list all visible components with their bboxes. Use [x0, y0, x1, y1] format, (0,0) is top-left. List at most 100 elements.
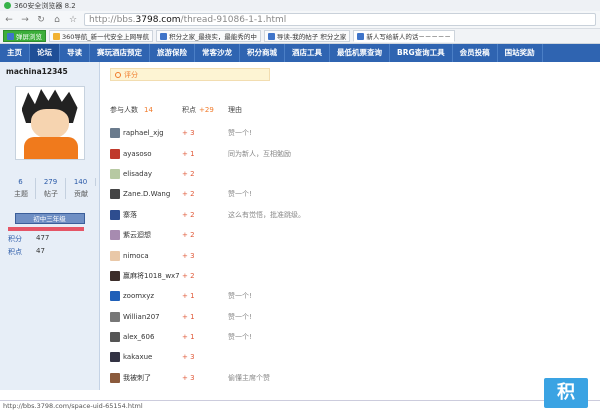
favorite-item[interactable]: 360导航_新一代安全上网导航 [49, 30, 154, 42]
points-total: +29 [199, 106, 214, 114]
forward-icon[interactable]: → [20, 15, 30, 25]
rank-progress-fill [8, 227, 84, 231]
favorites-bar: 弹屏浏览 360导航_新一代安全上网导航 积分之家_最挠实，最能秀的中 导读-我… [0, 29, 600, 44]
rater-username[interactable]: Zane.D.Wang [123, 190, 170, 198]
rater-username[interactable]: 赢麻将1018_wx7 [123, 271, 180, 281]
menu-brg-tool[interactable]: BRG查询工具 [390, 44, 453, 62]
rating-table-header: 参与人数 14 积点 +29 理由 [110, 103, 590, 117]
rating-points: + 2 [182, 231, 195, 240]
rating-row: 赢麻将1018_wx7 + 2 [110, 266, 590, 286]
reload-icon[interactable]: ↻ [36, 15, 46, 25]
rating-row: raphael_xjg + 3 赞一个! [110, 123, 590, 143]
rating-row: elisaday + 2 [110, 164, 590, 184]
user-avatar-icon[interactable] [110, 168, 120, 179]
user-avatar-icon[interactable] [110, 352, 120, 363]
menu-forum[interactable]: 论坛 [30, 44, 60, 62]
menu-guide[interactable]: 导读 [60, 44, 90, 62]
rater-username[interactable]: raphael_xjg [123, 129, 164, 137]
stat-posts[interactable]: 279 帖子 [36, 178, 66, 199]
stat-contribution[interactable]: 140 贡献 [66, 178, 96, 199]
favorite-label: 积分之家_最挠实，最能秀的中 [169, 33, 257, 41]
rating-row: 寨落 + 2 这么有觉悟，批准跳级。 [110, 205, 590, 225]
user-avatar-icon[interactable] [110, 250, 120, 261]
user-stats: 6 主题 279 帖子 140 贡献 [6, 178, 96, 199]
menu-hotel-tools[interactable]: 酒店工具 [285, 44, 330, 62]
address-bar: ← → ↻ ⌂ ☆ http://bbs. 3798.com/thread-910… [0, 11, 600, 29]
rater-username[interactable]: zoomxyz [123, 292, 154, 300]
favorite-item[interactable]: 弹屏浏览 [3, 30, 46, 42]
credits-value: 47 [36, 247, 45, 255]
user-avatar-icon[interactable] [110, 209, 120, 220]
favorite-star-icon[interactable]: ☆ [68, 15, 78, 25]
user-avatar-icon[interactable] [110, 291, 120, 302]
rater-username[interactable]: kakaxue [123, 353, 152, 361]
username[interactable]: machina12345 [6, 67, 93, 76]
rater-username[interactable]: Willian207 [123, 313, 160, 321]
stat-label: 贡献 [74, 190, 88, 198]
rating-points: + 1 [182, 292, 195, 301]
rating-header[interactable]: 评分 [110, 68, 270, 81]
browser-title: 360安全浏览器 8.2 [14, 1, 76, 10]
favorite-icon [267, 32, 275, 40]
favorite-label: 360导航_新一代安全上网导航 [62, 33, 150, 41]
user-avatar-icon[interactable] [110, 189, 120, 200]
user-avatar-icon[interactable] [110, 148, 120, 159]
rating-points: + 3 [182, 129, 195, 138]
points-value: 477 [36, 234, 50, 242]
rating-points: + 1 [182, 312, 195, 321]
rank-badge: 初中三年级 [14, 213, 85, 224]
menu-contribute[interactable]: 会员投稿 [453, 44, 498, 62]
rating-points: + 3 [182, 353, 195, 362]
menu-points-mall[interactable]: 积分商城 [240, 44, 285, 62]
user-avatar-icon[interactable] [110, 332, 120, 343]
points-label: 积分 [8, 235, 22, 243]
rater-username[interactable]: elisaday [123, 170, 152, 178]
credits-label: 积点 [8, 248, 22, 256]
rating-row: 紫云迴想 + 2 [110, 225, 590, 245]
browser-titlebar: 360安全浏览器 8.2 [0, 0, 600, 11]
menu-home[interactable]: 主页 [0, 44, 30, 62]
rating-points: + 2 [182, 169, 195, 178]
rating-reason: 赞一个! [228, 190, 252, 199]
user-avatar-icon[interactable] [110, 128, 120, 139]
menu-travel-insurance[interactable]: 旅游保险 [150, 44, 195, 62]
stat-value: 140 [66, 178, 96, 186]
menu-salon[interactable]: 常客沙龙 [195, 44, 240, 62]
home-icon[interactable]: ⌂ [52, 15, 62, 25]
back-icon[interactable]: ← [4, 15, 14, 25]
rating-row: kakaxue + 3 [110, 347, 590, 367]
rating-reason: 赞一个! [228, 312, 252, 321]
favorite-item-active[interactable]: 新人写给新人的话－－－－－ [353, 30, 455, 42]
avatar[interactable] [14, 86, 85, 160]
rater-username[interactable]: 紫云迴想 [123, 230, 151, 240]
user-avatar-icon[interactable] [110, 372, 120, 383]
stat-topics[interactable]: 6 主题 [6, 178, 36, 199]
browser-logo-icon [4, 2, 11, 9]
credits-row: 积点 47 [6, 247, 93, 257]
favorite-item[interactable]: 导读-我的帖子 积分之家 [263, 30, 351, 42]
page-content: machina12345 6 主题 279 帖子 140 贡献 初中三年级 积分 477… [0, 62, 600, 390]
user-avatar-icon[interactable] [110, 270, 120, 281]
menu-hotel-booking[interactable]: 赛玩酒店预定 [90, 44, 150, 62]
site-logo-badge: 积 [544, 378, 588, 408]
menu-rewards[interactable]: 国站奖励 [498, 44, 543, 62]
favorite-item[interactable]: 积分之家_最挠实，最能秀的中 [156, 30, 261, 42]
points-column-label: 积点 [182, 106, 196, 114]
user-avatar-icon[interactable] [110, 230, 120, 241]
user-avatar-icon[interactable] [110, 311, 120, 322]
stat-label: 帖子 [44, 190, 58, 198]
favorite-label: 新人写给新人的话－－－－－ [366, 33, 451, 41]
rater-username[interactable]: nimoca [123, 252, 149, 260]
rating-row: 我被刺了 + 3 偷懂主席个赞 [110, 368, 590, 388]
url-input[interactable]: http://bbs. 3798.com/thread-91086-1-1.htm… [84, 13, 596, 26]
menu-flight-search[interactable]: 最低机票查询 [330, 44, 390, 62]
rater-username[interactable]: alex_606 [123, 333, 154, 341]
rating-reason: 赞一个! [228, 292, 252, 301]
url-host: 3798.com [135, 14, 181, 25]
rater-username[interactable]: ayasoso [123, 150, 152, 158]
rater-username[interactable]: 寨落 [123, 210, 137, 220]
rater-username[interactable]: 我被刺了 [123, 373, 151, 383]
rating-points: + 3 [182, 251, 195, 260]
rating-circle-icon [115, 71, 121, 78]
favorite-icon [160, 32, 168, 40]
